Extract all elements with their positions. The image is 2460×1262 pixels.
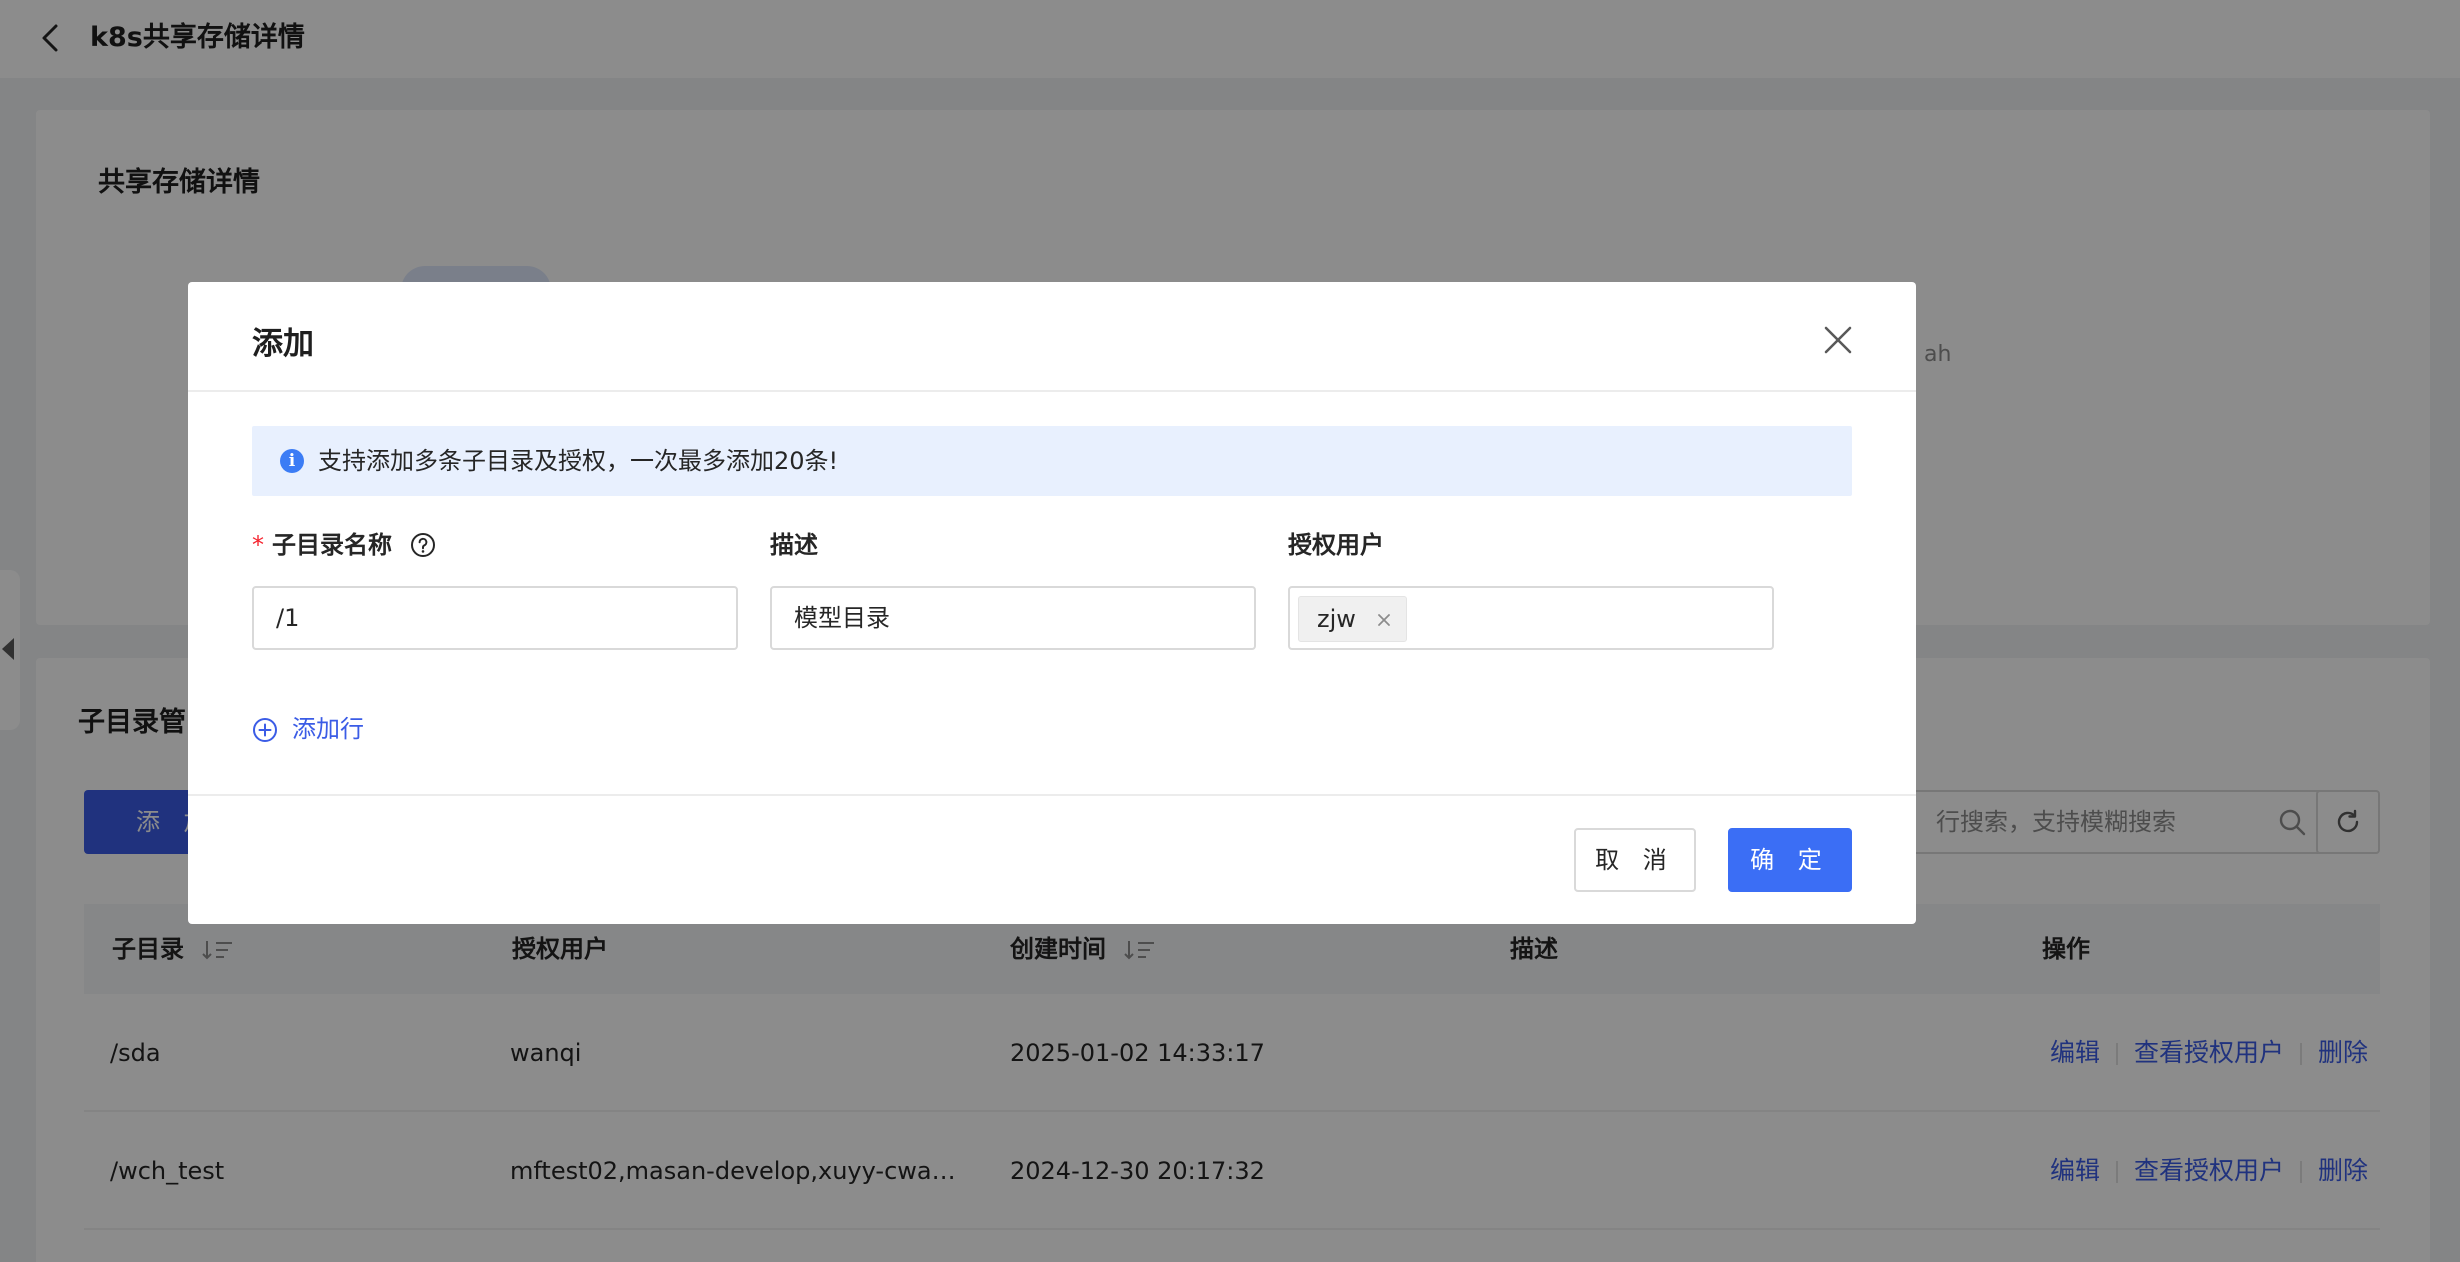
add-row-button[interactable]: 添加行 bbox=[252, 712, 364, 746]
subdir-name-label: * 子目录名称 bbox=[252, 528, 436, 562]
add-row-label: 添加行 bbox=[292, 715, 364, 743]
modal-header-divider bbox=[188, 390, 1916, 392]
plus-circle-icon bbox=[253, 718, 277, 742]
help-icon[interactable] bbox=[410, 532, 436, 558]
confirm-button[interactable]: 确 定 bbox=[1728, 828, 1852, 892]
users-label: 授权用户 bbox=[1288, 531, 1384, 559]
cancel-button[interactable]: 取 消 bbox=[1574, 828, 1696, 892]
desc-label: 描述 bbox=[770, 531, 818, 559]
alert-text: 支持添加多条子目录及授权，一次最多添加20条! bbox=[318, 447, 839, 475]
required-mark: * bbox=[252, 531, 264, 559]
close-icon[interactable] bbox=[1820, 322, 1856, 358]
desc-input[interactable]: 模型目录 bbox=[770, 586, 1256, 650]
subdir-name-value: /1 bbox=[276, 604, 300, 632]
add-subdir-modal: 添加 i 支持添加多条子目录及授权，一次最多添加20条! * 子目录名称 描述 授… bbox=[188, 282, 1916, 924]
desc-value: 模型目录 bbox=[794, 604, 890, 632]
info-alert: i 支持添加多条子目录及授权，一次最多添加20条! bbox=[252, 426, 1852, 496]
subdir-name-label-text: 子目录名称 bbox=[272, 531, 392, 559]
subdir-name-input[interactable]: /1 bbox=[252, 586, 738, 650]
info-icon: i bbox=[280, 449, 304, 473]
modal-title: 添加 bbox=[252, 326, 314, 362]
user-tag: zjw bbox=[1298, 596, 1407, 642]
tag-close-icon[interactable] bbox=[1376, 612, 1392, 628]
user-tag-label: zjw bbox=[1317, 605, 1356, 633]
modal-footer-divider bbox=[188, 794, 1916, 796]
users-select[interactable]: zjw bbox=[1288, 586, 1774, 650]
